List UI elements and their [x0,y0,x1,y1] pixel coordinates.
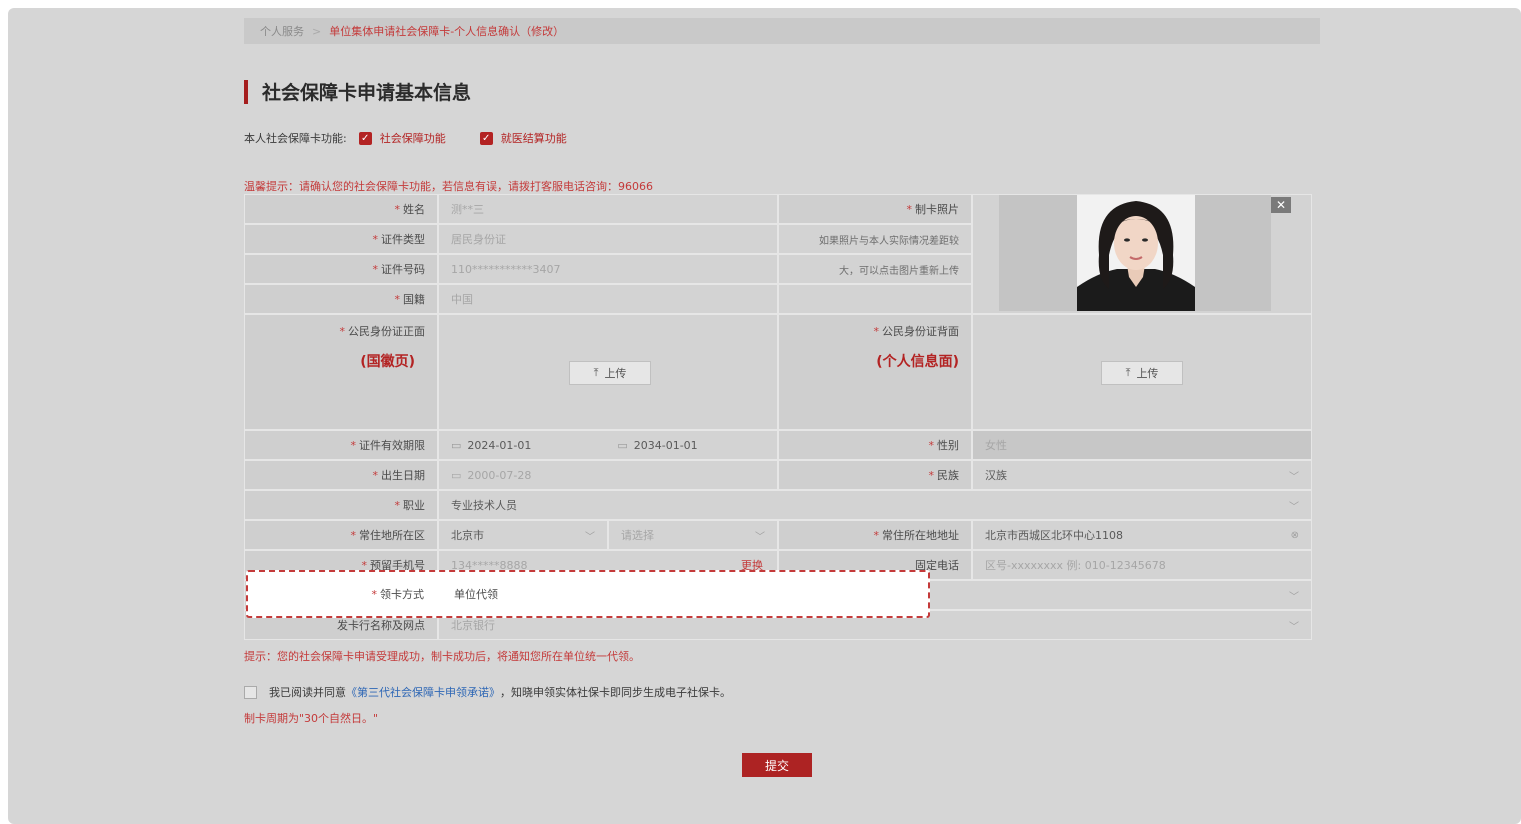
agreement-link[interactable]: 《第三代社会保障卡申领承诺》 [346,684,500,700]
name-label: * 姓名 [244,194,438,224]
nationality-label: * 国籍 [244,284,438,314]
upload-icon: ⤒ [1125,366,1131,379]
page-content: 个人服务 > 单位集体申请社会保障卡-个人信息确认（修改） 社会保障卡申请基本信… [244,18,1320,193]
chevron-down-icon: ﹀ [1289,471,1299,483]
validity-label: * 证件有效期限 [244,430,438,460]
card-functions-row: 本人社会保障卡功能: ✓ 社会保障功能 ✓ 就医结算功能 [244,130,589,146]
id-type-field[interactable]: 居民身份证 [438,224,778,254]
name-field[interactable]: 测**三 [438,194,778,224]
portrait-photo[interactable] [1077,195,1195,311]
id-back-label-cell: * 公民身份证背面 (个人信息面) [778,314,972,430]
medical-settlement-option-label: 就医结算功能 [500,132,567,145]
id-front-upload-button[interactable]: ⤒ 上传 [569,361,651,385]
chevron-down-icon: ﹀ [1289,621,1299,633]
agreement-prefix: 我已阅读并同意 [269,686,346,699]
id-front-label-cell: * 公民身份证正面 (国徽页) [244,314,438,430]
page-title: 社会保障卡申请基本信息 [262,82,472,104]
residence-district-select[interactable]: 请选择 ﹀ [608,520,778,550]
id-number-field[interactable]: 110***********3407 [438,254,778,284]
app-shell: 个人服务 > 单位集体申请社会保障卡-个人信息确认（修改） 社会保障卡申请基本信… [8,8,1521,824]
photo-hint-line2: 大，可以点击图片重新上传 [778,254,972,284]
gender-label: * 性别 [778,430,972,460]
title-accent-bar [244,79,248,104]
occupation-label: * 职业 [244,490,438,520]
photo-hint-spacer [778,284,972,314]
breadcrumb-home[interactable]: 个人服务 [260,23,304,39]
chevron-down-icon: ﹀ [1289,591,1299,603]
card-functions-label: 本人社会保障卡功能: [244,132,347,145]
medical-settlement-checkbox[interactable]: ✓ [479,131,493,145]
breadcrumb-separator: > [312,24,322,38]
clear-icon[interactable]: ⊗ [1291,530,1299,541]
ethnicity-select[interactable]: 汉族 ﹀ [972,460,1312,490]
birth-field[interactable]: ▭ 2000-07-28 [438,460,778,490]
residence-city-select[interactable]: 北京市 ﹀ [438,520,608,550]
agreement-suffix: ，知晓申领实体社保卡即同步生成电子社保卡。 [500,686,731,699]
breadcrumb: 个人服务 > 单位集体申请社会保障卡-个人信息确认（修改） [244,18,1320,44]
id-back-label: 公民身份证背面 [882,325,959,338]
nationality-field[interactable]: 中国 [438,284,778,314]
calendar-icon: ▭ [617,438,628,452]
id-type-label: * 证件类型 [244,224,438,254]
validity-field[interactable]: ▭ 2024-01-01 ▭ 2034-01-01 [438,430,778,460]
upload-icon: ⤒ [593,366,599,379]
warm-tip: 温馨提示：请确认您的社会保障卡功能，若信息有误，请拨打客服电话咨询：96066 [244,180,653,193]
chevron-down-icon: ﹀ [585,531,595,543]
social-security-checkbox[interactable]: ✓ [358,131,372,145]
phone-field[interactable]: 区号-xxxxxxxx 例: 010-12345678 [972,550,1312,580]
agreement-row: 我已阅读并同意 《第三代社会保障卡申领承诺》 ，知晓申领实体社保卡即同步生成电子… [244,684,731,700]
birth-label: * 出生日期 [244,460,438,490]
validity-end[interactable]: 2034-01-01 [634,439,698,452]
occupation-select[interactable]: 专业技术人员 ﹀ [438,490,1312,520]
residence-addr-field[interactable]: 北京市西城区北环中心1108 ⊗ [972,520,1312,550]
photo-close-icon[interactable]: ✕ [1271,197,1291,213]
pickup-label: * 领卡方式 [371,587,425,602]
gender-field[interactable]: 女性 [972,430,1312,460]
submit-button[interactable]: 提交 [742,753,812,777]
id-front-sub: (国徽页) [360,354,415,370]
residence-addr-label: * 常住所在地地址 [778,520,972,550]
chevron-down-icon: ﹀ [1289,501,1299,513]
photo-label: * 制卡照片 [778,194,972,224]
id-number-label: * 证件号码 [244,254,438,284]
id-back-upload-button[interactable]: ⤒ 上传 [1101,361,1183,385]
id-front-label: 公民身份证正面 [348,325,425,338]
social-security-option-label: 社会保障功能 [379,132,446,145]
residence-area-label: * 常住地所在区 [244,520,438,550]
deadline-note: 制卡周期为"30个自然日。" [244,712,379,725]
id-back-upload-area: ⤒ 上传 [972,314,1312,430]
calendar-icon: ▭ [451,468,462,482]
photo-area[interactable]: ✕ [972,194,1312,314]
id-front-upload-area: ⤒ 上传 [438,314,778,430]
section-title: 社会保障卡申请基本信息 [244,78,471,105]
pickup-method-highlight[interactable]: * 领卡方式 单位代领 [246,570,930,618]
breadcrumb-current: 单位集体申请社会保障卡-个人信息确认（修改） [329,25,565,38]
ethnicity-label: * 民族 [778,460,972,490]
pickup-value[interactable]: 单位代领 [454,572,498,616]
success-tip: 提示：您的社会保障卡申请受理成功，制卡成功后，将通知您所在单位统一代领。 [244,650,640,663]
id-back-sub: (个人信息面) [876,354,959,370]
photo-hint-line1: 如果照片与本人实际情况差距较 [778,224,972,254]
calendar-icon: ▭ [451,438,462,452]
agreement-checkbox[interactable] [244,685,257,699]
validity-start[interactable]: 2024-01-01 [467,439,531,452]
chevron-down-icon: ﹀ [755,531,765,543]
